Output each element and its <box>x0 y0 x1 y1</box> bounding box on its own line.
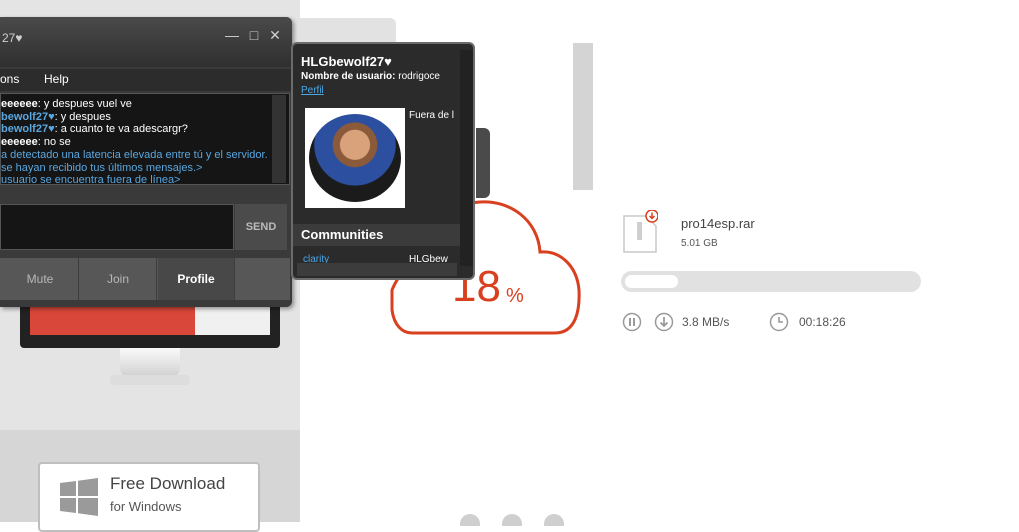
username-value: rodrigoce <box>395 71 440 82</box>
chat-window: 27♥ — □ ✕ ons Help eeeeee: y despues vue… <box>0 17 292 307</box>
chat-message-input[interactable] <box>0 204 234 250</box>
chat-message-text: se hayan recibido tus últimos mensajes.> <box>1 161 203 174</box>
file-size: 5.01 GB <box>681 238 718 249</box>
percent-sign: % <box>506 285 524 307</box>
communities-header: Communities <box>301 227 384 242</box>
file-name: pro14esp.rar <box>681 216 755 231</box>
social-icons-row <box>460 514 564 526</box>
menu-help[interactable]: Help <box>44 72 69 86</box>
chat-log: eeeeee: y despues vuel ve bewolf27♥: y de… <box>0 93 290 185</box>
menu-options[interactable]: ons <box>0 72 19 86</box>
monitor-stand <box>120 348 180 378</box>
chat-log-line: se hayan recibido tus últimos mensajes.> <box>1 162 202 174</box>
avatar-image <box>309 114 401 202</box>
mute-button[interactable]: Mute <box>2 258 79 300</box>
profile-link[interactable]: Perfil <box>301 85 324 96</box>
download-speed: 3.8 MB/s <box>682 315 730 329</box>
time-remaining: 00:18:26 <box>799 315 846 329</box>
minimize-icon[interactable]: — <box>224 27 240 43</box>
background-bar <box>573 43 593 190</box>
username-label: Nombre de usuario: <box>301 71 396 82</box>
download-progress-bar <box>621 271 921 292</box>
monitor-base <box>110 375 190 385</box>
profile-collapse-tab[interactable] <box>476 128 490 198</box>
join-button[interactable]: Join <box>80 258 157 300</box>
clock-icon <box>769 312 789 332</box>
chat-message-text: : a cuanto te va adescargr? <box>54 123 188 136</box>
profile-username: Nombre de usuario: rodrigoce <box>301 71 440 82</box>
pause-icon[interactable] <box>622 312 642 332</box>
profile-status: Fuera de l <box>409 110 455 121</box>
chat-message-text: : y despues <box>54 110 111 123</box>
chat-log-line: bewolf27♥: y despues <box>1 111 111 123</box>
avatar <box>305 108 405 208</box>
chat-menubar: ons Help <box>0 69 292 91</box>
download-progress-fill <box>625 275 678 288</box>
chat-log-scrollbar[interactable] <box>272 95 286 183</box>
chat-message-text: : no se <box>37 136 71 149</box>
download-speed-icon <box>654 312 674 332</box>
chat-log-line: bewolf27♥: a cuanto te va adescargr? <box>1 123 188 135</box>
chat-sender-name: bewolf27♥ <box>1 110 55 123</box>
chat-log-line: usuario se encuentra fuera de línea> <box>1 174 181 185</box>
chat-toolbar: Mute Join Profile <box>0 258 290 300</box>
chat-log-line: a detectado una latencia elevada entre t… <box>1 149 268 161</box>
profile-popup: HLGbewolf27♥ Nombre de usuario: rodrigoc… <box>291 42 475 280</box>
chat-sender-name: eeeeee <box>1 136 38 149</box>
chat-sender-name: bewolf27♥ <box>1 123 55 136</box>
profile-vertical-scrollbar[interactable] <box>460 50 473 266</box>
send-button[interactable]: SEND <box>235 204 287 250</box>
profile-name: HLGbewolf27♥ <box>301 54 392 69</box>
chat-message-text: a detectado una latencia elevada entre t… <box>1 148 268 161</box>
chat-log-line: eeeeee: no se <box>1 136 71 148</box>
maximize-icon[interactable]: □ <box>246 27 262 43</box>
windows-logo-icon <box>60 478 98 516</box>
chat-message-text: : y despues vuel ve <box>37 98 132 110</box>
close-icon[interactable]: ✕ <box>267 27 283 43</box>
chat-titlebar: 27♥ — □ ✕ <box>0 17 292 67</box>
chat-title: 27♥ <box>2 31 23 45</box>
chat-sender-name: eeeeee <box>1 98 38 110</box>
profile-horizontal-scrollbar[interactable] <box>297 263 457 276</box>
chat-log-line: eeeeee: y despues vuel ve <box>1 98 132 110</box>
zip-file-icon <box>623 210 658 253</box>
profile-button[interactable]: Profile <box>158 258 235 300</box>
free-download-title: Free Download <box>110 474 226 493</box>
chat-message-text: usuario se encuentra fuera de línea> <box>1 174 181 185</box>
free-download-subtitle: for Windows <box>110 499 182 514</box>
